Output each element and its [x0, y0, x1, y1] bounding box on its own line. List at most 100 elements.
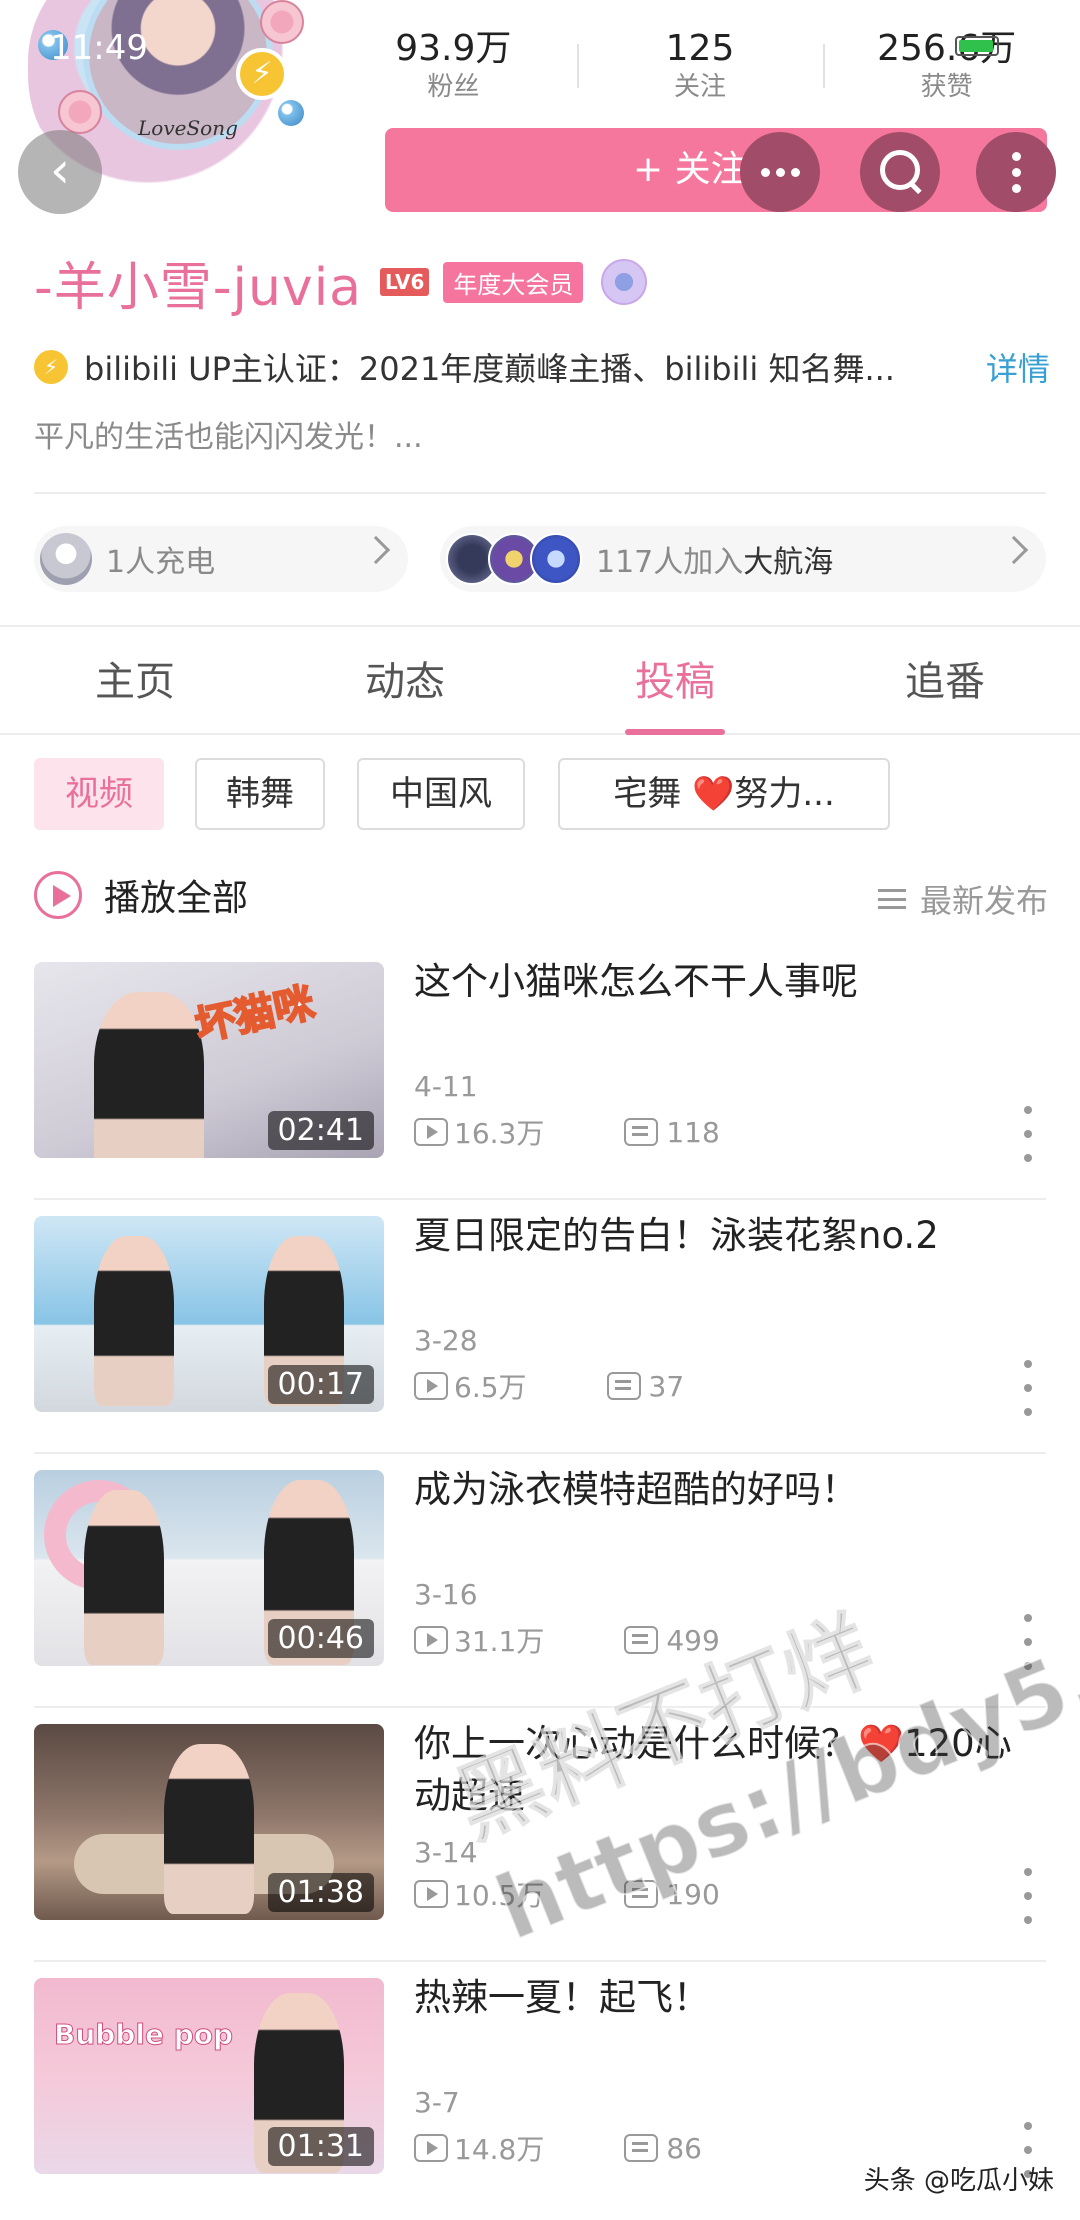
video-date: 3-7 — [414, 2086, 460, 2119]
video-title[interactable]: 热辣一夏！起飞！ — [414, 1972, 1034, 2024]
chevron-right-icon — [999, 535, 1029, 565]
more-horizontal-icon — [740, 132, 820, 212]
tab-uploads[interactable]: 投稿 — [540, 627, 810, 735]
level-badge: LV6 — [380, 268, 430, 296]
video-thumbnail[interactable]: Bubble pop 01:31 — [34, 1978, 384, 2174]
play-all-button[interactable]: 播放全部 — [34, 868, 248, 922]
filter-chinese-style[interactable]: 中国风 — [357, 758, 525, 830]
stat-label: 粉丝 — [427, 72, 480, 102]
avatar-sign: LoveSong — [138, 116, 238, 140]
stat-following[interactable]: 125 关注 — [576, 28, 824, 108]
more-button[interactable] — [976, 132, 1056, 212]
stat-value: 125 — [665, 28, 735, 69]
comment-icon — [624, 2134, 659, 2162]
username: -羊小雪-juvia — [34, 257, 363, 318]
certification-icon: ⚡ — [34, 350, 68, 384]
sort-button[interactable]: 最新发布 — [877, 876, 1048, 922]
guard-count: 117人加入 — [596, 545, 744, 580]
video-more-icon[interactable] — [1020, 1868, 1036, 1924]
video-thumbnail[interactable]: 00:17 — [34, 1216, 384, 1412]
stat-likes[interactable]: 256.6万 获赞 — [823, 28, 1070, 108]
video-duration: 01:38 — [267, 1873, 374, 1912]
tab-home[interactable]: 主页 — [0, 627, 270, 733]
charger-avatar — [40, 533, 92, 585]
medal-icon[interactable] — [601, 259, 648, 305]
video-date: 4-11 — [414, 1070, 478, 1103]
video-thumbnail[interactable]: 01:38 — [34, 1724, 384, 1920]
video-duration: 01:31 — [267, 2127, 374, 2166]
play-count-icon — [414, 1626, 448, 1654]
video-duration: 00:46 — [267, 1619, 374, 1658]
search-button[interactable] — [860, 132, 940, 212]
video-title[interactable]: 成为泳衣模特超酷的好吗！ — [414, 1464, 1034, 1516]
search-icon — [860, 132, 940, 212]
view-count: 6.5万 — [454, 1371, 527, 1404]
filter-video[interactable]: 视频 — [34, 758, 164, 830]
guard-label: 117人加入大航海 — [596, 537, 833, 581]
charge-label: 1人充电 — [106, 545, 216, 580]
guard-name: 大航海 — [743, 545, 834, 580]
view-count: 16.3万 — [454, 1117, 545, 1150]
video-thumbnail[interactable]: 00:46 — [34, 1470, 384, 1666]
comment-icon — [624, 1118, 659, 1146]
message-button[interactable] — [740, 132, 820, 212]
profile-tabs: 主页 动态 投稿 追番 — [0, 627, 1080, 735]
video-thumbnail[interactable]: 坏猫咪 02:41 — [34, 962, 384, 1158]
guard-entry[interactable]: 117人加入大航海 — [440, 526, 1046, 592]
video-meta: 14.8万 86 — [414, 2128, 702, 2168]
play-count-icon — [414, 1118, 448, 1146]
video-title[interactable]: 这个小猫咪怎么不干人事呢 — [414, 956, 1034, 1008]
stat-fans[interactable]: 93.9万 粉丝 — [330, 28, 577, 108]
more-vertical-icon — [976, 132, 1056, 212]
follow-button[interactable]: + 关注 — [385, 128, 1047, 212]
comment-count: 86 — [666, 2131, 702, 2165]
lightning-badge-icon: ⚡ — [236, 48, 288, 100]
sort-label: 最新发布 — [919, 882, 1048, 920]
video-meta: 31.1万 499 — [414, 1620, 720, 1660]
rose-decoration-icon — [260, 0, 304, 44]
video-item[interactable]: 00:17 夏日限定的告白！泳装花絮no.2 3-28 6.5万 37 — [0, 1200, 1080, 1454]
chevron-right-icon — [361, 535, 391, 565]
source-credit: 头条 @吃瓜小妹 — [863, 2166, 1054, 2196]
thumbnail-figure — [94, 992, 204, 1158]
signature[interactable]: 平凡的生活也能闪闪发光！... — [34, 412, 423, 456]
stat-label: 获赞 — [920, 72, 973, 102]
video-title[interactable]: 夏日限定的告白！泳装花絮no.2 — [414, 1210, 1034, 1262]
video-meta: 16.3万 118 — [414, 1112, 720, 1152]
video-more-icon[interactable] — [1020, 1360, 1036, 1416]
video-item[interactable]: 坏猫咪 02:41 这个小猫咪怎么不干人事呢 4-11 16.3万 118 — [0, 946, 1080, 1200]
stat-label: 关注 — [674, 72, 727, 102]
filter-kpop[interactable]: 韩舞 — [195, 758, 325, 830]
video-meta: 6.5万 37 — [414, 1366, 684, 1406]
thumbnail-figure — [164, 1744, 254, 1914]
view-count: 14.8万 — [454, 2133, 545, 2166]
vip-badge[interactable]: 年度大会员 — [443, 261, 584, 303]
video-more-icon[interactable] — [1020, 1106, 1036, 1162]
back-button[interactable]: ‹ — [18, 130, 102, 214]
thumbnail-caption: 坏猫咪 — [190, 979, 319, 1051]
video-date: 3-16 — [414, 1578, 478, 1611]
play-count-icon — [414, 1372, 448, 1400]
tab-bangumi[interactable]: 追番 — [810, 627, 1080, 733]
comment-count: 37 — [648, 1369, 685, 1403]
video-date: 3-28 — [414, 1324, 478, 1357]
video-date: 3-14 — [414, 1836, 478, 1869]
thumbnail-caption: Bubble pop — [53, 2018, 234, 2052]
bubble-decoration-icon — [278, 100, 304, 126]
play-circle-icon — [34, 871, 82, 919]
video-duration: 02:41 — [267, 1111, 374, 1150]
play-all-label: 播放全部 — [104, 878, 249, 919]
charge-entry[interactable]: 1人充电 — [34, 526, 408, 592]
name-row: -羊小雪-juvia LV6 年度大会员 — [34, 252, 648, 318]
filter-otaku-dance[interactable]: 宅舞 ❤️努力... — [558, 758, 890, 830]
play-count-icon — [414, 2134, 448, 2162]
comment-count: 118 — [666, 1115, 720, 1149]
profile-header: ⚡ LoveSong 11:49 ‹ 93.9万 粉丝 125 关注 256.6… — [0, 0, 1080, 625]
thumbnail-figure — [94, 1236, 174, 1406]
status-time: 11:49 — [50, 28, 148, 68]
guard-avatars — [446, 533, 582, 585]
certification-row: ⚡ bilibili UP主认证：2021年度巅峰主播、bilibili 知名舞… — [34, 342, 1050, 392]
certification-detail-link[interactable]: 详情 — [986, 344, 1050, 390]
tab-dynamic[interactable]: 动态 — [270, 627, 540, 733]
thumbnail-figure — [84, 1490, 164, 1665]
